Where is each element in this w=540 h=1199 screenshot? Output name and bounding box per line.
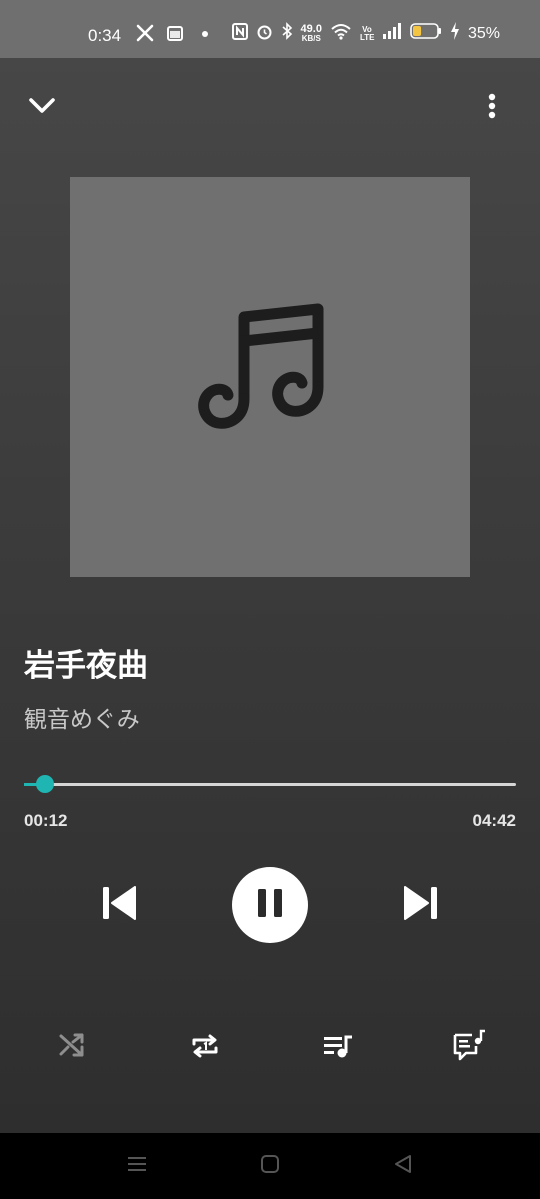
lyrics-button[interactable] xyxy=(450,1028,488,1066)
pause-icon xyxy=(257,888,283,922)
recents-button[interactable] xyxy=(120,1149,154,1183)
back-button[interactable] xyxy=(386,1149,420,1183)
repeat-button[interactable] xyxy=(187,1030,223,1066)
next-button[interactable] xyxy=(396,880,446,930)
alarm-icon xyxy=(256,23,273,45)
bluetooth-icon xyxy=(281,22,293,45)
more-options-button[interactable] xyxy=(472,88,512,128)
elapsed-time: 00:12 xyxy=(24,811,68,830)
music-note-icon xyxy=(190,295,350,459)
chevron-down-icon xyxy=(28,96,56,120)
home-button[interactable] xyxy=(253,1149,287,1183)
skip-next-icon xyxy=(402,885,440,925)
seek-bar[interactable] xyxy=(24,775,516,793)
track-title: 岩手夜曲 xyxy=(24,648,148,684)
signal-icon xyxy=(382,23,402,44)
status-bar: 0:34 49.0 KB/S Vo LTE 35% xyxy=(0,0,540,58)
pause-button[interactable] xyxy=(232,867,308,943)
battery-icon xyxy=(410,23,442,44)
shuffle-button[interactable] xyxy=(54,1029,90,1065)
shuffle-icon xyxy=(58,1032,86,1062)
navigation-bar xyxy=(0,1133,540,1199)
wifi-icon xyxy=(330,22,352,45)
volte-icon: Vo LTE xyxy=(359,24,375,42)
x-logo-icon xyxy=(136,24,154,46)
dot-icon xyxy=(196,24,214,46)
charging-icon xyxy=(450,22,460,45)
queue-music-icon xyxy=(322,1033,354,1063)
calendar-icon xyxy=(166,24,184,46)
repeat-one-icon xyxy=(190,1032,220,1064)
home-icon xyxy=(260,1154,280,1178)
status-time: 0:34 xyxy=(88,26,122,45)
album-art xyxy=(70,177,470,577)
lyrics-icon xyxy=(452,1029,486,1065)
network-speed: 49.0 KB/S xyxy=(300,23,322,43)
track-artist[interactable]: 観音めぐみ xyxy=(24,700,140,734)
battery-percent: 35% xyxy=(467,24,500,42)
now-playing-screen: 岩手夜曲 観音めぐみ 00:12 04:42 xyxy=(0,58,540,1133)
seek-thumb[interactable] xyxy=(35,775,54,793)
nfc-icon xyxy=(231,22,248,45)
total-time: 04:42 xyxy=(472,811,516,830)
back-icon xyxy=(393,1154,413,1178)
previous-button[interactable] xyxy=(94,880,144,930)
skip-previous-icon xyxy=(100,885,138,925)
seek-track xyxy=(24,783,516,786)
more-vertical-icon xyxy=(488,93,496,123)
recents-icon xyxy=(126,1155,148,1177)
collapse-button[interactable] xyxy=(22,88,62,128)
queue-button[interactable] xyxy=(320,1030,356,1066)
